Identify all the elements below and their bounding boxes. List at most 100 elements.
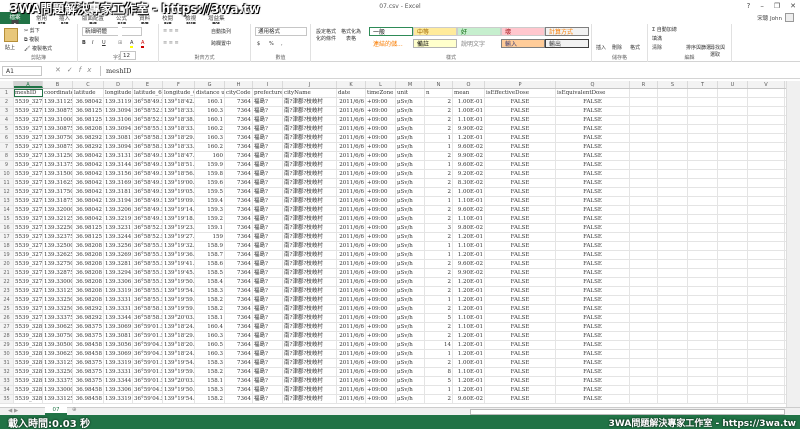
cell[interactable] [630,269,658,277]
cell[interactable]: 9.20E-02 [453,170,485,178]
cell[interactable]: 139.32375 [43,233,73,241]
insert-cells-button[interactable]: 插入 [596,44,606,51]
cell[interactable]: 139°19'27. [163,233,195,241]
cell[interactable]: 139.3094 [104,107,133,115]
cell[interactable] [658,242,688,250]
cell[interactable]: 9.60E-02 [453,395,485,403]
cell[interactable]: 5539_3274 [14,125,43,133]
cell[interactable]: 139.3181 [104,188,133,196]
cell[interactable]: 5 [425,377,453,385]
cell[interactable]: FALSE [556,116,630,124]
cell[interactable]: 36.98042 [73,161,104,169]
cell[interactable]: 5539_3274 [14,134,43,142]
cell[interactable] [718,116,748,124]
cell[interactable]: μSv/h [396,323,425,331]
cell[interactable]: 南?津郡?枝岐村 [283,332,337,340]
cell[interactable]: +09:00 [366,116,396,124]
column-header-A[interactable]: A [14,81,43,88]
cell[interactable]: 36.98375 [73,377,104,385]
cell[interactable]: 36°58'55.5 [133,125,163,133]
cell[interactable] [658,134,688,142]
cell[interactable]: FALSE [556,224,630,232]
cell[interactable]: FALSE [556,269,630,277]
cell[interactable]: 福島? [253,368,283,376]
cell[interactable]: 36.98042 [73,98,104,106]
cell[interactable] [630,341,658,349]
cell[interactable]: FALSE [556,341,630,349]
cell[interactable]: 7364 [225,116,253,124]
cell[interactable]: FALSE [556,305,630,313]
cell[interactable]: +09:00 [366,395,396,403]
cell[interactable] [748,269,785,277]
cell[interactable] [748,98,785,106]
cell[interactable]: FALSE [485,368,556,376]
cell[interactable]: 36°58'55.5 [133,296,163,304]
cell[interactable]: 139.33125 [43,395,73,403]
cell[interactable] [718,269,748,277]
cell[interactable] [748,170,785,178]
cell[interactable]: 2011/6/6 [337,188,366,196]
cell[interactable]: 1.20E-01 [453,287,485,295]
cell[interactable] [718,377,748,385]
cell[interactable] [630,134,658,142]
cell[interactable]: 160.3 [195,107,225,115]
cell[interactable]: 2 [425,170,453,178]
cell[interactable]: 158.1 [195,377,225,385]
cell[interactable]: 南?津郡?枝岐村 [283,341,337,349]
cell[interactable]: +09:00 [366,251,396,259]
row-header[interactable]: 7 [0,143,14,151]
row-header[interactable]: 35 [0,395,14,403]
cell[interactable]: 7364 [225,305,253,313]
cell[interactable]: +09:00 [366,341,396,349]
cell[interactable] [630,107,658,115]
number-format-select[interactable]: 通用格式 [255,27,307,36]
cell[interactable]: 南?津郡?枝岐村 [283,98,337,106]
cell[interactable]: 9.60E-02 [453,206,485,214]
cell[interactable]: μSv/h [396,260,425,268]
cell[interactable]: 南?津郡?枝岐村 [283,188,337,196]
cell[interactable]: 2 [425,260,453,268]
cell[interactable]: FALSE [485,233,556,241]
cell[interactable] [658,377,688,385]
cell[interactable]: 1.20E-01 [453,233,485,241]
cell[interactable]: 福島? [253,152,283,160]
cell[interactable]: FALSE [556,179,630,187]
cell[interactable]: 139.3319 [104,395,133,403]
cell[interactable]: 福島? [253,287,283,295]
cell[interactable]: μSv/h [396,341,425,349]
cell[interactable] [718,224,748,232]
cell[interactable] [630,197,658,205]
cell[interactable]: 36.98042 [73,188,104,196]
column-header-G[interactable]: G [195,81,225,88]
row-header[interactable]: 9 [0,161,14,169]
cell[interactable]: 南?津郡?枝岐村 [283,242,337,250]
cell[interactable]: +09:00 [366,332,396,340]
cell[interactable] [688,242,718,250]
cell[interactable]: 南?津郡?枝岐村 [283,143,337,151]
cell[interactable]: 36.98125 [73,107,104,115]
cell[interactable] [748,314,785,322]
cell[interactable]: 36.98458 [73,386,104,394]
cell[interactable]: 36°58'55.5 [133,242,163,250]
cell[interactable] [718,233,748,241]
cell[interactable]: +09:00 [366,386,396,394]
cell[interactable]: 139°18'24. [163,350,195,358]
cell[interactable]: 139.3131 [104,152,133,160]
cell[interactable]: μSv/h [396,278,425,286]
cell[interactable]: FALSE [485,143,556,151]
cell[interactable]: 36°59'04.5 [133,350,163,358]
cell[interactable]: 5539_3284 [14,323,43,331]
cell[interactable] [718,359,748,367]
cell[interactable] [718,368,748,376]
paste-button[interactable]: 貼上 [5,44,15,51]
cell[interactable] [658,143,688,151]
cell[interactable]: 5539_3274 [14,98,43,106]
cell[interactable]: FALSE [556,314,630,322]
cell[interactable]: 南?津郡?枝岐村 [283,377,337,385]
cell[interactable] [718,395,748,403]
cell[interactable] [718,350,748,358]
cell[interactable]: 7364 [225,224,253,232]
cell[interactable]: 139.3231 [104,224,133,232]
cell[interactable]: μSv/h [396,386,425,394]
cell[interactable] [748,341,785,349]
